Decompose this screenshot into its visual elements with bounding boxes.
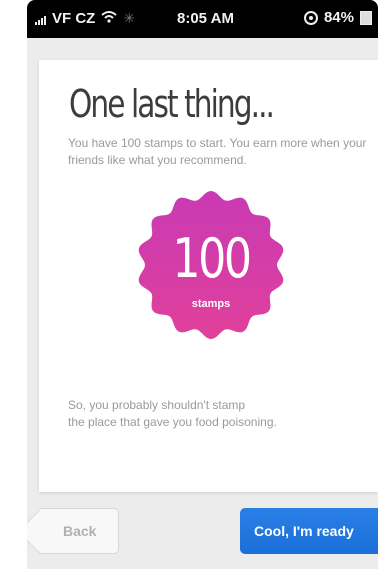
bottom-navigation: Back Cool, I'm ready bbox=[27, 500, 378, 569]
stamp-count: 100 bbox=[172, 227, 252, 290]
battery-percent: 84% bbox=[323, 9, 354, 26]
ready-button-label: Cool, I'm ready bbox=[254, 523, 354, 539]
intro-text: You have 100 stamps to start. You earn m… bbox=[68, 136, 367, 167]
back-button[interactable]: Back bbox=[39, 508, 119, 554]
page-title: One last thing... bbox=[69, 82, 275, 126]
carrier-label: VF CZ bbox=[52, 10, 96, 27]
rotation-lock-icon bbox=[303, 10, 318, 25]
footnote: So, you probably shouldn't stamp the pla… bbox=[68, 397, 368, 431]
status-right: 84% bbox=[303, 9, 372, 26]
stamp-unit-label: stamps bbox=[191, 298, 231, 310]
ready-button[interactable]: Cool, I'm ready bbox=[240, 508, 378, 554]
onboarding-card: One last thing... You have 100 stamps to… bbox=[39, 60, 378, 492]
status-left: VF CZ ✳ bbox=[35, 10, 135, 27]
wifi-icon bbox=[101, 11, 117, 26]
clock: 8:05 AM bbox=[177, 10, 234, 27]
footnote-line-2: the place that gave you food poisoning. bbox=[68, 415, 277, 429]
battery-icon bbox=[360, 10, 372, 25]
back-button-label: Back bbox=[63, 523, 97, 539]
stamps-badge: 100 stamps bbox=[136, 190, 286, 340]
activity-spinner-icon: ✳ bbox=[123, 10, 136, 26]
footnote-line-1: So, you probably shouldn't stamp bbox=[68, 398, 246, 412]
status-bar: VF CZ ✳ 8:05 AM 84% bbox=[27, 0, 378, 38]
phone-screen: VF CZ ✳ 8:05 AM 84% One last thing... Yo… bbox=[27, 0, 378, 569]
signal-icon bbox=[35, 13, 46, 25]
